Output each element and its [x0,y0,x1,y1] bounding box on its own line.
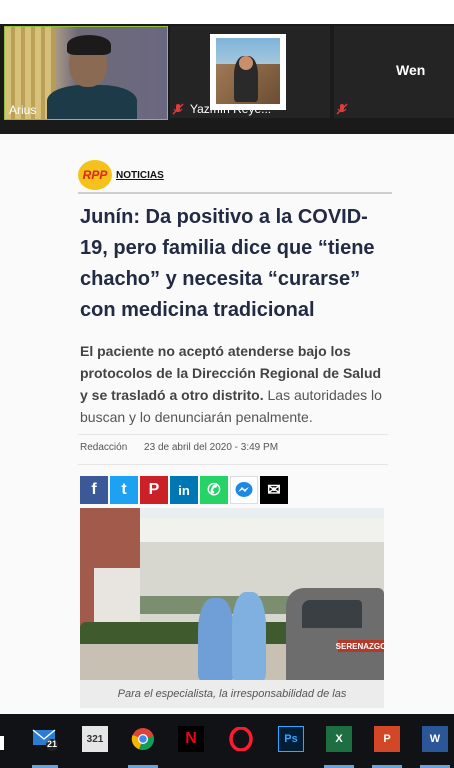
article-date: 23 de abril del 2020 - 3:49 PM [144,442,279,453]
opera-icon [229,727,253,751]
photo-caption: Para el especialista, la irresponsabilid… [80,680,384,708]
meta-divider-top [78,434,388,435]
person-body [47,85,137,119]
photo-face [239,56,253,70]
article-headline: Junín: Da positivo a la COVID-19, pero f… [80,206,375,321]
person-hair [67,35,111,55]
photoshop-app-icon[interactable]: Ps [278,726,304,752]
rpp-badge: RPP [78,160,112,190]
article-author: Redacción [80,442,128,453]
powerpoint-app-icon[interactable]: P [374,726,400,752]
whatsapp-share-icon[interactable]: ✆ [200,476,228,504]
mail-badge: 21 [47,739,58,749]
word-app-icon[interactable]: W [422,726,448,752]
taskbar-edge [0,736,4,750]
header-divider [78,192,392,194]
window-top-edge [0,0,454,24]
photo-health-worker [232,592,266,680]
chrome-app-icon[interactable] [130,726,156,752]
shared-screen-article: RPP NOTICIAS Junín: Da positivo a la COV… [0,134,454,714]
share-buttons: f t P in ✆ ✉ [80,476,288,504]
messenger-icon [235,482,253,497]
participant-tile-wen[interactable]: Wen [334,26,454,118]
calendar-app-icon[interactable]: 321 [82,726,108,752]
photo-vehicle-window [302,600,362,628]
article-summary: El paciente no aceptó atenderse bajo los… [80,340,386,428]
participant-name: Yazmín Reye... [190,102,272,116]
facebook-share-icon[interactable]: f [80,476,108,504]
opera-app-icon[interactable] [228,726,254,752]
linkedin-share-icon[interactable]: in [170,476,198,504]
pinterest-share-icon[interactable]: P [140,476,168,504]
participant-name: Arius [9,103,37,117]
profile-photo [210,34,286,110]
photo-hedge [80,622,300,644]
logo-section-label: NOTICIAS [116,169,164,181]
mail-app-icon[interactable]: 21 [32,726,58,752]
article-photo[interactable]: SERENAZGO [80,508,384,680]
meta-divider-bottom [78,464,388,465]
photo-wall-top [140,518,384,542]
netflix-app-icon[interactable]: N [178,726,204,752]
participant-tile-yazmin[interactable]: Yazmín Reye... [170,26,330,118]
photo-health-worker [198,598,234,680]
twitter-share-icon[interactable]: t [110,476,138,504]
chrome-icon [131,728,154,751]
email-share-icon[interactable]: ✉ [260,476,288,504]
excel-app-icon[interactable]: X [326,726,352,752]
mic-muted-icon [172,103,184,115]
article-meta: Redacción 23 de abril del 2020 - 3:49 PM [80,442,278,453]
messenger-share-icon[interactable] [230,476,258,504]
mic-muted-icon [336,103,348,115]
participant-tile-arius[interactable]: Arius [4,26,168,120]
windows-taskbar: 21 321 N Ps X P W [0,714,454,768]
zoom-video-strip: Arius Yazmín Reye... Wen [0,24,454,128]
participant-name: Wen [396,62,426,78]
photo-vehicle-sign: SERENAZGO [335,640,384,652]
rpp-logo[interactable]: RPP NOTICIAS [78,160,164,190]
